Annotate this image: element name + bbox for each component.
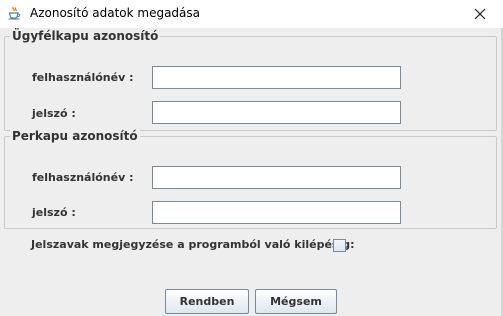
ugyfelkapu-legend: Ügyfélkapu azonosító <box>10 29 161 43</box>
dialog-content: Ügyfélkapu azonosító felhasználónév : je… <box>0 28 503 316</box>
title-bar[interactable]: Azonosító adatok megadása <box>0 0 503 28</box>
close-button[interactable] <box>457 0 503 28</box>
perkapu-legend: Perkapu azonosító <box>10 129 140 143</box>
ugyfelkapu-username-input[interactable] <box>152 66 401 89</box>
cancel-button[interactable]: Mégsem <box>255 289 337 314</box>
ugyfelkapu-group: Ügyfélkapu azonosító felhasználónév : je… <box>4 29 497 131</box>
perkapu-group: Perkapu azonosító felhasználónév : jelsz… <box>4 129 497 229</box>
ugyfelkapu-password-input[interactable] <box>152 101 401 124</box>
perkapu-password-label: jelszó : <box>32 206 76 219</box>
remember-passwords-checkbox[interactable] <box>333 239 346 252</box>
login-dialog: Azonosító adatok megadása Ügyfélkapu azo… <box>0 0 503 316</box>
remember-passwords-label: Jelszavak megjegyzése a programból való … <box>31 238 355 251</box>
ugyfelkapu-username-label: felhasználónév : <box>32 71 134 84</box>
window-title: Azonosító adatok megadása <box>30 6 200 20</box>
java-cup-icon <box>7 6 22 21</box>
perkapu-username-input[interactable] <box>152 166 401 189</box>
ok-button[interactable]: Rendben <box>165 289 249 314</box>
close-icon <box>474 5 486 24</box>
perkapu-username-label: felhasználónév : <box>32 171 134 184</box>
perkapu-password-input[interactable] <box>152 201 401 224</box>
ugyfelkapu-password-label: jelszó : <box>32 107 76 120</box>
